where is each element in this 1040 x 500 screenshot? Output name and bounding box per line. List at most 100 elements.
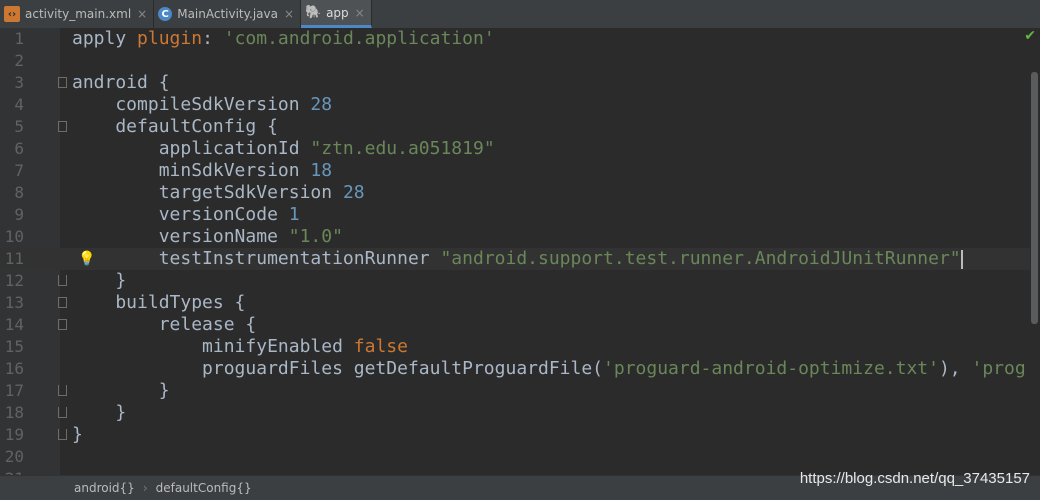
- code-token: 28: [310, 94, 333, 115]
- line-number: 19: [4, 425, 24, 444]
- code-token: proguardFiles getDefaultProguardFile(: [72, 358, 604, 379]
- code-editor[interactable]: 1 apply plugin: 'com.android.application'…: [0, 28, 1040, 475]
- line-number: 18: [4, 403, 24, 422]
- code-line[interactable]: 1 apply plugin: 'com.android.application': [0, 28, 1030, 50]
- line-number: 15: [4, 337, 24, 356]
- code-token: ),: [938, 358, 972, 379]
- code-token: buildTypes {: [72, 292, 246, 313]
- code-line[interactable]: 12 }: [0, 270, 1030, 292]
- line-number: 17: [4, 381, 24, 400]
- code-token: "1.0": [288, 226, 343, 247]
- tab-label: activity_main.xml: [25, 7, 132, 21]
- code-token: 18: [310, 160, 333, 181]
- code-token: compileSdkVersion: [72, 94, 311, 115]
- gradle-icon: 🐘: [304, 5, 322, 20]
- code-line[interactable]: 4 compileSdkVersion 28: [0, 94, 1030, 116]
- code-token: 1: [288, 204, 300, 225]
- code-line[interactable]: 5 defaultConfig {: [0, 116, 1030, 138]
- code-text: compileSdkVersion 28: [72, 94, 332, 116]
- line-number: 12: [4, 271, 24, 290]
- code-token: }: [72, 424, 83, 445]
- code-line[interactable]: 11 💡 testInstrumentationRunner "android.s…: [0, 248, 1030, 270]
- code-token: apply: [72, 28, 138, 49]
- code-token: }: [72, 402, 127, 423]
- line-number: 11: [4, 249, 24, 268]
- code-line[interactable]: 2: [0, 50, 1030, 72]
- code-text: minSdkVersion 18: [72, 160, 332, 182]
- code-text: defaultConfig {: [72, 116, 278, 138]
- line-number: 6: [14, 139, 24, 158]
- code-token: minSdkVersion: [72, 160, 311, 181]
- tab-activity-main-xml[interactable]: ‹› activity_main.xml ×: [0, 0, 155, 28]
- code-line[interactable]: 9 versionCode 1: [0, 204, 1030, 226]
- code-line[interactable]: 13 buildTypes {: [0, 292, 1030, 314]
- code-line[interactable]: 20: [0, 446, 1030, 468]
- code-line[interactable]: 7 minSdkVersion 18: [0, 160, 1030, 182]
- vertical-scrollbar[interactable]: [1031, 72, 1038, 324]
- fold-end-icon[interactable]: [58, 385, 67, 396]
- code-token: "android.support.test.runner.AndroidJUni…: [440, 248, 961, 269]
- code-text: }: [72, 270, 126, 292]
- code-text: }: [72, 424, 83, 446]
- code-token: targetSdkVersion: [72, 182, 343, 203]
- java-class-icon: C: [158, 7, 173, 21]
- code-text: release {: [72, 314, 257, 336]
- line-number: 21: [0, 468, 24, 475]
- fold-toggle-icon[interactable]: [58, 77, 67, 88]
- line-number: 7: [14, 161, 24, 180]
- line-number: 5: [14, 117, 24, 136]
- fold-toggle-icon[interactable]: [58, 121, 67, 132]
- breadcrumb-separator: ›: [142, 481, 148, 495]
- code-text: }: [72, 402, 126, 424]
- code-line[interactable]: 16 proguardFiles getDefaultProguardFile(…: [0, 358, 1030, 380]
- editor-tab-bar: ‹› activity_main.xml × C MainActivity.java × 🐘…: [0, 0, 1040, 29]
- code-token: testInstrumentationRunner: [72, 248, 441, 269]
- fold-end-icon[interactable]: [58, 275, 67, 286]
- fold-toggle-icon[interactable]: [58, 319, 67, 330]
- tab-label: app: [326, 5, 349, 20]
- close-icon[interactable]: ×: [284, 7, 294, 21]
- code-line[interactable]: 19}: [0, 424, 1030, 446]
- line-number: 8: [14, 183, 24, 202]
- code-line[interactable]: 10 versionName "1.0": [0, 226, 1030, 248]
- breadcrumb-item-defaultconfig[interactable]: defaultConfig{}: [156, 481, 252, 495]
- xml-file-icon: ‹›: [4, 6, 20, 22]
- tab-app[interactable]: 🐘 app ×: [301, 0, 372, 28]
- code-token: defaultConfig {: [72, 116, 278, 137]
- code-text: minifyEnabled false: [72, 336, 408, 358]
- code-text: applicationId "ztn.edu.a051819": [72, 138, 495, 160]
- line-number: 9: [14, 205, 24, 224]
- code-line[interactable]: 3 android {: [0, 72, 1030, 94]
- code-line[interactable]: 17 }: [0, 380, 1030, 402]
- code-line[interactable]: 14 release {: [0, 314, 1030, 336]
- code-token: versionName: [72, 226, 289, 247]
- code-line[interactable]: 15 minifyEnabled false: [0, 336, 1030, 358]
- code-line[interactable]: 8 targetSdkVersion 28: [0, 182, 1030, 204]
- line-number: 3: [14, 73, 24, 92]
- fold-end-icon[interactable]: [58, 407, 67, 418]
- code-token: applicationId: [72, 138, 311, 159]
- code-line[interactable]: 18 }: [0, 402, 1030, 424]
- code-text: buildTypes {: [72, 292, 245, 314]
- code-text: proguardFiles getDefaultProguardFile('pr…: [72, 358, 1026, 380]
- line-number: 14: [4, 315, 24, 334]
- close-icon[interactable]: ×: [355, 6, 365, 20]
- close-icon[interactable]: ×: [137, 7, 147, 21]
- code-text: versionCode 1: [72, 204, 300, 226]
- code-token: plugin: [137, 28, 203, 49]
- code-token: 'com.android.application': [223, 28, 495, 49]
- code-token: }: [72, 380, 170, 401]
- tab-mainactivity-java[interactable]: C MainActivity.java ×: [154, 0, 302, 28]
- code-lines: 1 apply plugin: 'com.android.application'…: [0, 28, 1030, 475]
- fold-toggle-icon[interactable]: [58, 297, 67, 308]
- line-number: 20: [4, 447, 24, 466]
- code-line[interactable]: 6 applicationId "ztn.edu.a051819": [0, 138, 1030, 160]
- code-text: targetSdkVersion 28: [72, 182, 365, 204]
- line-number: 16: [4, 359, 24, 378]
- text-caret: [960, 249, 963, 269]
- code-text: apply plugin: 'com.android.application': [72, 28, 495, 50]
- breadcrumb-item-android[interactable]: android{}: [74, 481, 135, 495]
- line-number: 4: [14, 95, 24, 114]
- code-token: false: [353, 336, 408, 357]
- fold-end-icon[interactable]: [58, 429, 67, 440]
